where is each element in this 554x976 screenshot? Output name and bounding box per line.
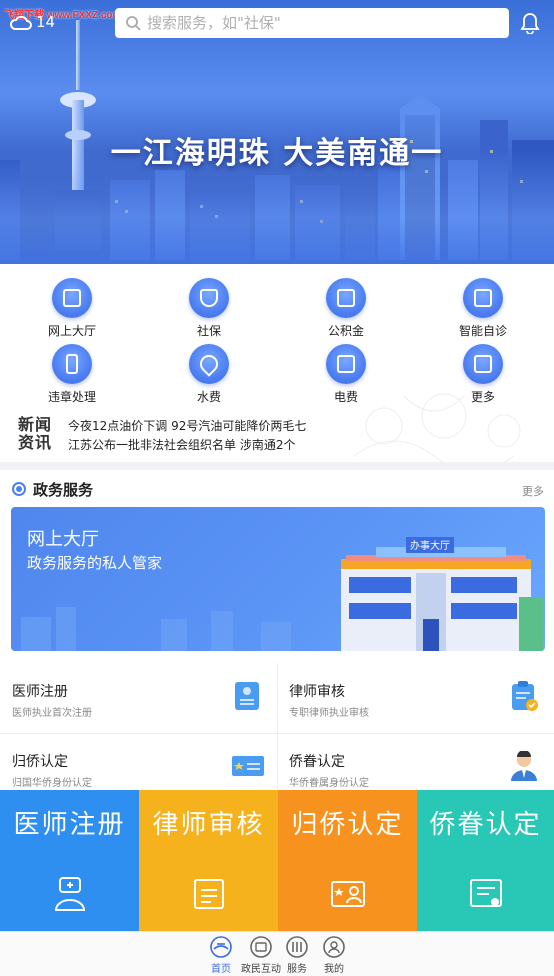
quick-service-label: 违章处理	[47, 390, 96, 404]
quick-service-item[interactable]: 违章处理	[22, 344, 122, 405]
lightning-icon	[326, 344, 366, 384]
home-icon	[210, 936, 232, 958]
news-logo: 新闻 资讯	[18, 416, 52, 452]
quick-service-label: 网上大厅	[47, 324, 96, 338]
news-ticker[interactable]: 新闻 资讯 今夜12点油价下调 92号汽油可能降价两毛七 江苏公布一批非法社会组…	[0, 393, 554, 466]
tab-label: 首页	[211, 964, 231, 975]
tab-service[interactable]: 服务	[277, 936, 317, 975]
card-title: 律师审核	[289, 684, 345, 700]
search-input[interactable]	[147, 14, 487, 32]
quick-service-label: 公积金	[327, 324, 364, 338]
target-icon	[12, 482, 26, 496]
search-icon	[126, 16, 141, 31]
id-card-icon	[235, 682, 259, 710]
section-header: 政务服务 更多	[0, 474, 554, 506]
card-subtitle: 华侨眷属身份认定	[289, 778, 369, 789]
medical-kit-icon	[463, 278, 503, 318]
photo-id-icon	[330, 881, 365, 907]
online-hall-banner[interactable]: 办事大厅 网上大厅 政务服务的私人管家	[11, 507, 545, 651]
quick-service-item[interactable]: 智能自诊	[433, 278, 533, 339]
quick-service-item[interactable]: 社保	[159, 278, 259, 339]
shield-icon	[189, 278, 229, 318]
tile-label: 医师注册	[13, 810, 126, 840]
person-icon	[511, 751, 537, 781]
service-card[interactable]: 侨眷认定 华侨眷属身份认定	[277, 733, 554, 797]
feature-tile[interactable]: 医师注册	[0, 790, 139, 931]
feature-tile[interactable]: 侨眷认定	[417, 790, 554, 931]
traffic-light-icon	[52, 344, 92, 384]
plus-icon	[463, 344, 503, 384]
quick-service-item[interactable]: 网上大厅	[22, 278, 122, 339]
section-divider	[0, 462, 554, 470]
tile-label: 归侨认定	[291, 810, 404, 840]
tab-label: 我的	[324, 964, 344, 975]
profile-icon	[323, 936, 345, 958]
chat-icon	[250, 936, 272, 958]
monitor-icon	[52, 278, 92, 318]
bottom-tab-bar: 首页 政民互动 服务 我的	[0, 931, 554, 976]
feature-tile[interactable]: 律师审核	[139, 790, 278, 931]
banner-slogan: 一江海明珠 大美南通一	[110, 136, 444, 171]
weather-widget[interactable]: 14	[10, 13, 55, 31]
hall-title: 网上大厅	[27, 529, 99, 550]
section-title: 政务服务	[33, 481, 94, 499]
news-logo-line: 资讯	[18, 433, 53, 452]
service-card[interactable]: 医师注册 医师执业首次注册	[0, 663, 277, 727]
card-subtitle: 专职律师执业审核	[289, 708, 369, 719]
tile-label: 侨眷认定	[429, 810, 542, 840]
news-headline[interactable]: 江苏公布一批非法社会组织名单 涉南通2个	[68, 436, 295, 453]
service-cards: 医师注册 医师执业首次注册 律师审核 专职律师执业审核 归侨认定 归国华侨身份认…	[0, 663, 554, 791]
feature-tile[interactable]: 归侨认定	[278, 790, 417, 931]
id-badge-icon	[232, 756, 264, 776]
news-headline[interactable]: 今夜12点油价下调 92号汽油可能降价两毛七	[68, 417, 306, 434]
certificate-icon	[469, 879, 502, 907]
feature-tiles: 医师注册 律师审核 归侨认定 侨眷认定	[0, 790, 554, 931]
clipboard-check-icon	[512, 681, 538, 711]
tab-label: 服务	[287, 964, 307, 975]
card-title: 侨眷认定	[289, 754, 345, 770]
card-title: 医师注册	[12, 684, 68, 700]
doctor-icon	[54, 877, 85, 911]
cloud-icon	[10, 15, 32, 30]
quick-service-item[interactable]: 公积金	[296, 278, 396, 339]
yuan-icon	[326, 278, 366, 318]
tab-home[interactable]: 首页	[201, 936, 241, 975]
bell-icon[interactable]	[519, 12, 541, 34]
tab-profile[interactable]: 我的	[314, 936, 354, 975]
water-drop-icon	[189, 344, 229, 384]
quick-service-label: 水费	[196, 390, 221, 404]
search-bar[interactable]	[115, 8, 509, 38]
quick-service-label: 智能自诊	[458, 324, 507, 338]
service-card[interactable]: 律师审核 专职律师执业审核	[277, 663, 554, 727]
quick-service-item[interactable]: 水费	[159, 344, 259, 405]
hall-subtitle: 政务服务的私人管家	[27, 554, 163, 572]
service-icon	[286, 936, 308, 958]
quick-service-label: 社保	[196, 324, 221, 338]
card-subtitle: 归国华侨身份认定	[12, 778, 92, 789]
news-logo-line: 新闻	[18, 415, 53, 434]
tile-label: 律师审核	[152, 810, 265, 840]
weather-temp: 14	[36, 13, 56, 31]
hero-banner[interactable]: 一江海明珠 大美南通一	[0, 0, 554, 264]
card-title: 归侨认定	[12, 754, 68, 770]
document-icon	[193, 879, 224, 909]
service-card[interactable]: 归侨认定 归国华侨身份认定	[0, 733, 277, 797]
more-link[interactable]: 更多	[522, 483, 544, 499]
building-sign: 办事大厅	[410, 539, 450, 552]
decorative-pattern	[353, 393, 521, 466]
card-subtitle: 医师执业首次注册	[12, 708, 92, 719]
